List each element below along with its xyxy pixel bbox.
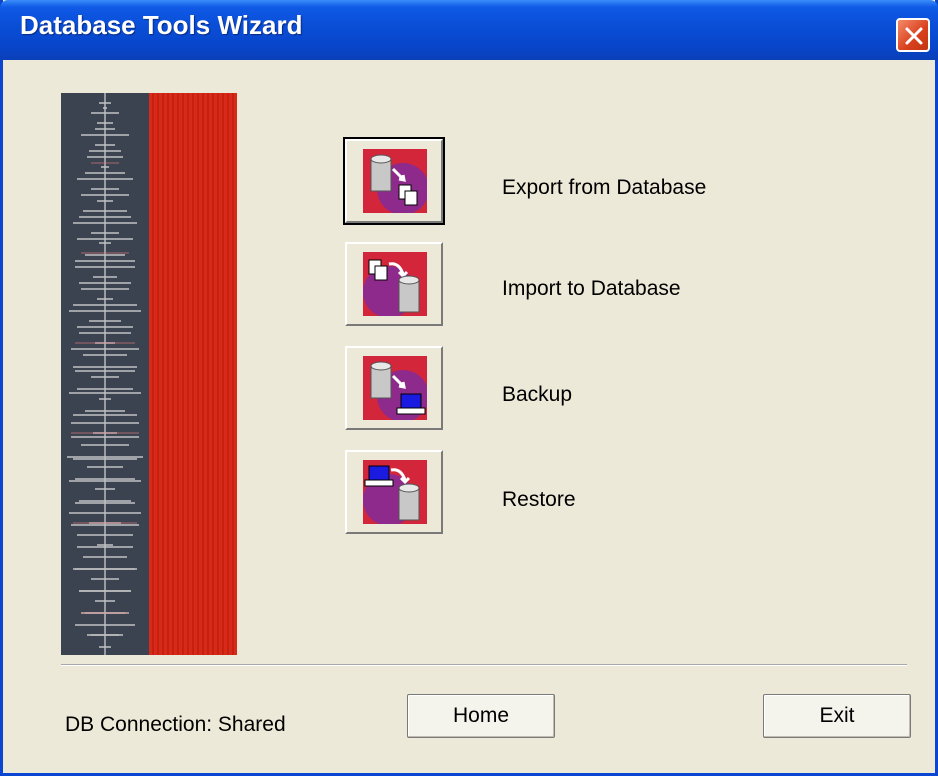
db-connection-status: DB Connection: Shared [65,713,286,736]
restore-icon [363,460,427,526]
import-label[interactable]: Import to Database [502,277,681,301]
close-button[interactable] [896,18,930,52]
footer-separator [61,664,907,666]
exit-button-label: Exit [819,704,855,727]
home-button[interactable]: Home [407,694,555,738]
close-icon [905,27,923,45]
restore-label[interactable]: Restore [502,488,576,512]
banner-waveform [61,93,149,655]
wizard-window: Database Tools Wizard itamar [0,0,938,776]
restore-button[interactable] [345,450,443,534]
backup-button[interactable] [345,346,443,430]
export-label[interactable]: Export from Database [502,176,706,200]
import-button[interactable] [345,242,443,326]
window-title: Database Tools Wizard [20,10,303,40]
import-database-icon [363,252,427,318]
banner-red-panel [149,93,237,655]
backup-icon [363,356,429,422]
home-button-label: Home [452,704,510,727]
exit-button[interactable]: Exit [763,694,911,738]
waveform-graphic [67,93,143,655]
title-bar[interactable]: Database Tools Wizard [0,0,938,60]
backup-label[interactable]: Backup [502,383,572,407]
export-button[interactable] [343,137,445,225]
brand-banner: itamar [61,93,237,655]
export-database-icon [363,149,429,215]
